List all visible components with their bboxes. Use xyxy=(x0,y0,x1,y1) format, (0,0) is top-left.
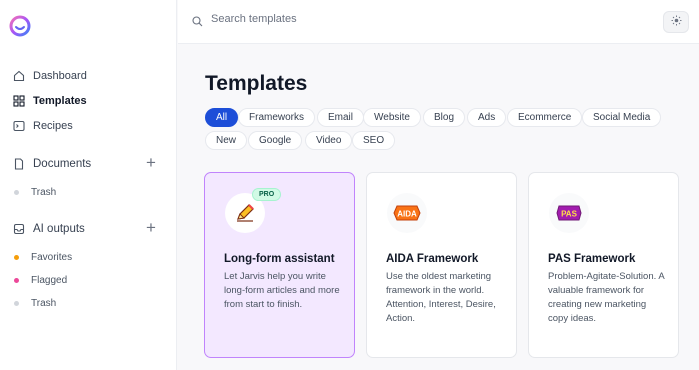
pro-badge: PRO xyxy=(252,188,282,201)
card-description: Let Jarvis help you write long-form arti… xyxy=(224,271,340,310)
sub-item-label: Favorites xyxy=(31,251,73,263)
sidebar-item-templates[interactable]: Templates xyxy=(12,92,87,110)
filter-chip-ads[interactable]: Ads xyxy=(467,108,507,127)
flagged-dot-icon xyxy=(14,277,19,283)
filter-chip-blog[interactable]: Blog xyxy=(423,108,466,127)
card-title: Long-form assistant xyxy=(224,253,335,265)
inbox-icon xyxy=(12,223,25,236)
card-description: Use the oldest marketing framework in th… xyxy=(386,271,496,324)
search-bar xyxy=(192,13,471,26)
page-title: Templates xyxy=(205,72,308,95)
ai-outputs-section-title[interactable]: AI outputs xyxy=(12,220,85,238)
aida-logo-icon: AIDA xyxy=(387,193,427,233)
document-icon xyxy=(12,158,25,171)
filter-chip-ecommerce[interactable]: Ecommerce xyxy=(507,108,583,127)
add-ai-output-button[interactable]: + xyxy=(144,219,158,236)
jarvis-logo-icon[interactable] xyxy=(9,15,31,37)
ai-outputs-label: AI outputs xyxy=(33,223,85,235)
sidebar-item-dashboard[interactable]: Dashboard xyxy=(12,67,87,85)
trash-dot-icon xyxy=(14,189,19,195)
sidebar: Dashboard Templates Recipes Documents + … xyxy=(0,0,177,370)
sub-item-label: Flagged xyxy=(31,274,68,286)
documents-trash-item[interactable]: Trash xyxy=(14,184,56,200)
filter-chip-google[interactable]: Google xyxy=(248,131,303,150)
svg-text:PAS: PAS xyxy=(561,210,578,219)
filter-chip-video[interactable]: Video xyxy=(305,131,353,150)
sub-item-label: Trash xyxy=(31,186,57,198)
card-description: Problem-Agitate-Solution. A valuable fra… xyxy=(548,271,665,324)
home-icon xyxy=(12,70,25,83)
terminal-icon xyxy=(12,120,25,133)
top-bar xyxy=(178,0,699,44)
trash-dot-icon xyxy=(14,300,19,306)
template-card-pas-framework[interactable]: PAS PAS Framework Problem-Agitate-Soluti… xyxy=(528,172,679,358)
template-card-long-form-assistant[interactable]: PRO Long-form assistant Let Jarvis help … xyxy=(204,172,355,358)
add-document-button[interactable]: + xyxy=(144,154,158,171)
search-icon xyxy=(192,14,203,26)
flagged-item[interactable]: Flagged xyxy=(14,272,67,288)
sidebar-item-label: Recipes xyxy=(33,120,73,132)
sub-item-label: Trash xyxy=(31,297,57,309)
favorites-dot-icon xyxy=(14,254,19,260)
documents-label: Documents xyxy=(33,158,92,170)
documents-section-title[interactable]: Documents xyxy=(12,155,91,173)
filter-chip-seo[interactable]: SEO xyxy=(352,131,396,150)
theme-toggle-button[interactable] xyxy=(663,11,689,33)
card-title: PAS Framework xyxy=(548,253,636,265)
grid-icon xyxy=(12,95,25,108)
sidebar-item-label: Templates xyxy=(33,95,87,107)
app-window: Dashboard Templates Recipes Documents + … xyxy=(0,0,699,370)
template-card-aida-framework[interactable]: AIDA AIDA Framework Use the oldest marke… xyxy=(366,172,517,358)
card-title: AIDA Framework xyxy=(386,253,479,265)
search-input[interactable] xyxy=(211,13,471,25)
filter-chip-all[interactable]: All xyxy=(205,108,239,127)
svg-text:AIDA: AIDA xyxy=(397,210,417,219)
sidebar-item-label: Dashboard xyxy=(33,70,87,82)
filter-chip-email[interactable]: Email xyxy=(317,108,365,127)
pas-logo-icon: PAS xyxy=(549,193,589,233)
filter-chip-website[interactable]: Website xyxy=(363,108,421,127)
filter-chip-frameworks[interactable]: Frameworks xyxy=(238,108,316,127)
filter-chip-new[interactable]: New xyxy=(205,131,248,150)
ai-outputs-trash-item[interactable]: Trash xyxy=(14,295,56,311)
sidebar-item-recipes[interactable]: Recipes xyxy=(12,117,73,135)
sun-icon xyxy=(671,13,682,31)
filter-chip-social-media[interactable]: Social Media xyxy=(582,108,662,127)
favorites-item[interactable]: Favorites xyxy=(14,249,72,265)
